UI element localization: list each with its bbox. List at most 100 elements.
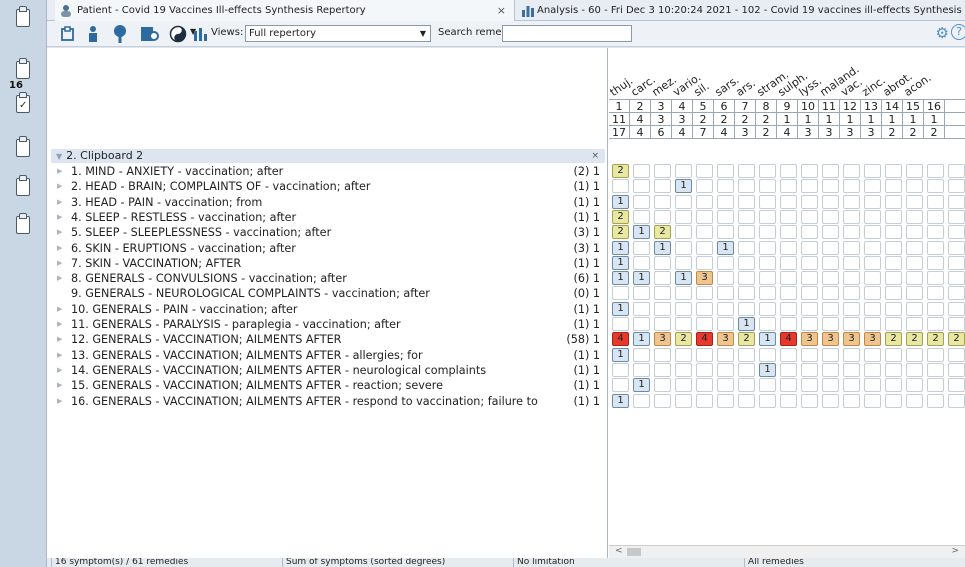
degree-cell[interactable]: 1 — [612, 347, 629, 362]
degree-cell[interactable]: 2 — [654, 225, 671, 240]
empty-cell[interactable] — [801, 317, 818, 331]
empty-cell[interactable] — [759, 347, 776, 362]
empty-cell[interactable] — [864, 393, 881, 408]
empty-cell[interactable] — [759, 209, 776, 224]
rubric-row[interactable]: ▶ 6. SKIN - ERUPTIONS - vaccination; afte… — [51, 241, 606, 256]
empty-cell[interactable] — [759, 317, 776, 331]
degree-cell[interactable]: 1 — [717, 240, 734, 255]
empty-cell[interactable] — [780, 286, 797, 301]
empty-cell[interactable] — [738, 194, 755, 209]
expand-icon[interactable]: ▶ — [57, 195, 62, 210]
empty-cell[interactable] — [675, 393, 692, 408]
degree-cell[interactable]: 2 — [612, 225, 629, 240]
tree-tool-icon[interactable] — [109, 25, 131, 43]
empty-cell[interactable] — [696, 378, 713, 393]
empty-cell[interactable] — [864, 362, 881, 377]
empty-cell[interactable] — [759, 179, 776, 194]
empty-cell[interactable] — [759, 164, 776, 178]
degree-cell[interactable]: 2 — [612, 164, 629, 178]
empty-cell[interactable] — [675, 225, 692, 240]
empty-cell[interactable] — [654, 209, 671, 224]
empty-cell[interactable] — [948, 209, 965, 224]
empty-cell[interactable] — [654, 271, 671, 286]
degree-cell[interactable]: 1 — [612, 255, 629, 270]
degree-cell[interactable]: 1 — [633, 378, 650, 393]
empty-cell[interactable] — [906, 317, 923, 331]
empty-cell[interactable] — [822, 393, 839, 408]
empty-cell[interactable] — [822, 271, 839, 286]
degree-cell[interactable]: 1 — [654, 240, 671, 255]
person-tool-icon[interactable] — [84, 25, 102, 43]
empty-cell[interactable] — [906, 225, 923, 240]
empty-cell[interactable] — [675, 362, 692, 377]
empty-cell[interactable] — [822, 179, 839, 194]
empty-cell[interactable] — [612, 317, 629, 331]
empty-cell[interactable] — [906, 362, 923, 377]
empty-cell[interactable] — [948, 286, 965, 301]
empty-cell[interactable] — [633, 286, 650, 301]
clipboard-icon[interactable] — [14, 213, 32, 235]
degree-cell[interactable]: 4 — [612, 332, 629, 347]
empty-cell[interactable] — [738, 271, 755, 286]
empty-cell[interactable] — [654, 301, 671, 316]
empty-cell[interactable] — [717, 378, 734, 393]
empty-cell[interactable] — [822, 317, 839, 331]
empty-cell[interactable] — [612, 286, 629, 301]
degree-cell[interactable]: 2 — [675, 332, 692, 347]
empty-cell[interactable] — [717, 301, 734, 316]
empty-cell[interactable] — [738, 301, 755, 316]
clipboard-icon[interactable] — [14, 175, 32, 197]
empty-cell[interactable] — [780, 347, 797, 362]
empty-cell[interactable] — [906, 255, 923, 270]
empty-cell[interactable] — [927, 164, 944, 178]
degree-cell[interactable]: 2 — [885, 332, 902, 347]
rubric-row[interactable]: ▶ 10. GENERALS - PAIN - vaccination; afte… — [51, 302, 606, 317]
empty-cell[interactable] — [675, 209, 692, 224]
empty-cell[interactable] — [843, 271, 860, 286]
empty-cell[interactable] — [843, 164, 860, 178]
empty-cell[interactable] — [759, 286, 776, 301]
degree-cell[interactable]: 1 — [612, 301, 629, 316]
empty-cell[interactable] — [864, 317, 881, 331]
empty-cell[interactable] — [885, 301, 902, 316]
empty-cell[interactable] — [696, 225, 713, 240]
close-icon[interactable]: × — [591, 149, 599, 163]
empty-cell[interactable] — [885, 362, 902, 377]
empty-cell[interactable] — [717, 255, 734, 270]
empty-cell[interactable] — [780, 255, 797, 270]
empty-cell[interactable] — [906, 271, 923, 286]
expand-icon[interactable]: ▶ — [57, 179, 62, 194]
empty-cell[interactable] — [822, 347, 839, 362]
empty-cell[interactable] — [717, 271, 734, 286]
empty-cell[interactable] — [738, 255, 755, 270]
empty-cell[interactable] — [906, 194, 923, 209]
empty-cell[interactable] — [738, 209, 755, 224]
empty-cell[interactable] — [822, 194, 839, 209]
degree-cell[interactable]: 2 — [612, 209, 629, 224]
status-sort[interactable]: Sum of symptoms (sorted degrees) — [282, 558, 512, 567]
empty-cell[interactable] — [633, 255, 650, 270]
empty-cell[interactable] — [780, 164, 797, 178]
empty-cell[interactable] — [738, 362, 755, 377]
rubric-row[interactable]: ▶ 4. SLEEP - RESTLESS - vaccination; afte… — [51, 210, 606, 225]
empty-cell[interactable] — [948, 317, 965, 331]
empty-cell[interactable] — [822, 378, 839, 393]
degree-cell[interactable]: 3 — [654, 332, 671, 347]
degree-cell[interactable]: 2 — [906, 332, 923, 347]
empty-cell[interactable] — [864, 194, 881, 209]
empty-cell[interactable] — [780, 240, 797, 255]
empty-cell[interactable] — [843, 362, 860, 377]
empty-cell[interactable] — [906, 240, 923, 255]
degree-cell[interactable]: 3 — [822, 332, 839, 347]
degree-cell[interactable]: 4 — [780, 332, 797, 347]
empty-cell[interactable] — [843, 393, 860, 408]
degree-cell[interactable]: 1 — [738, 317, 755, 331]
empty-cell[interactable] — [759, 194, 776, 209]
empty-cell[interactable] — [864, 179, 881, 194]
help-icon[interactable]: ? — [951, 24, 965, 40]
empty-cell[interactable] — [843, 301, 860, 316]
empty-cell[interactable] — [948, 271, 965, 286]
degree-cell[interactable]: 2 — [738, 332, 755, 347]
empty-cell[interactable] — [885, 317, 902, 331]
empty-cell[interactable] — [717, 164, 734, 178]
